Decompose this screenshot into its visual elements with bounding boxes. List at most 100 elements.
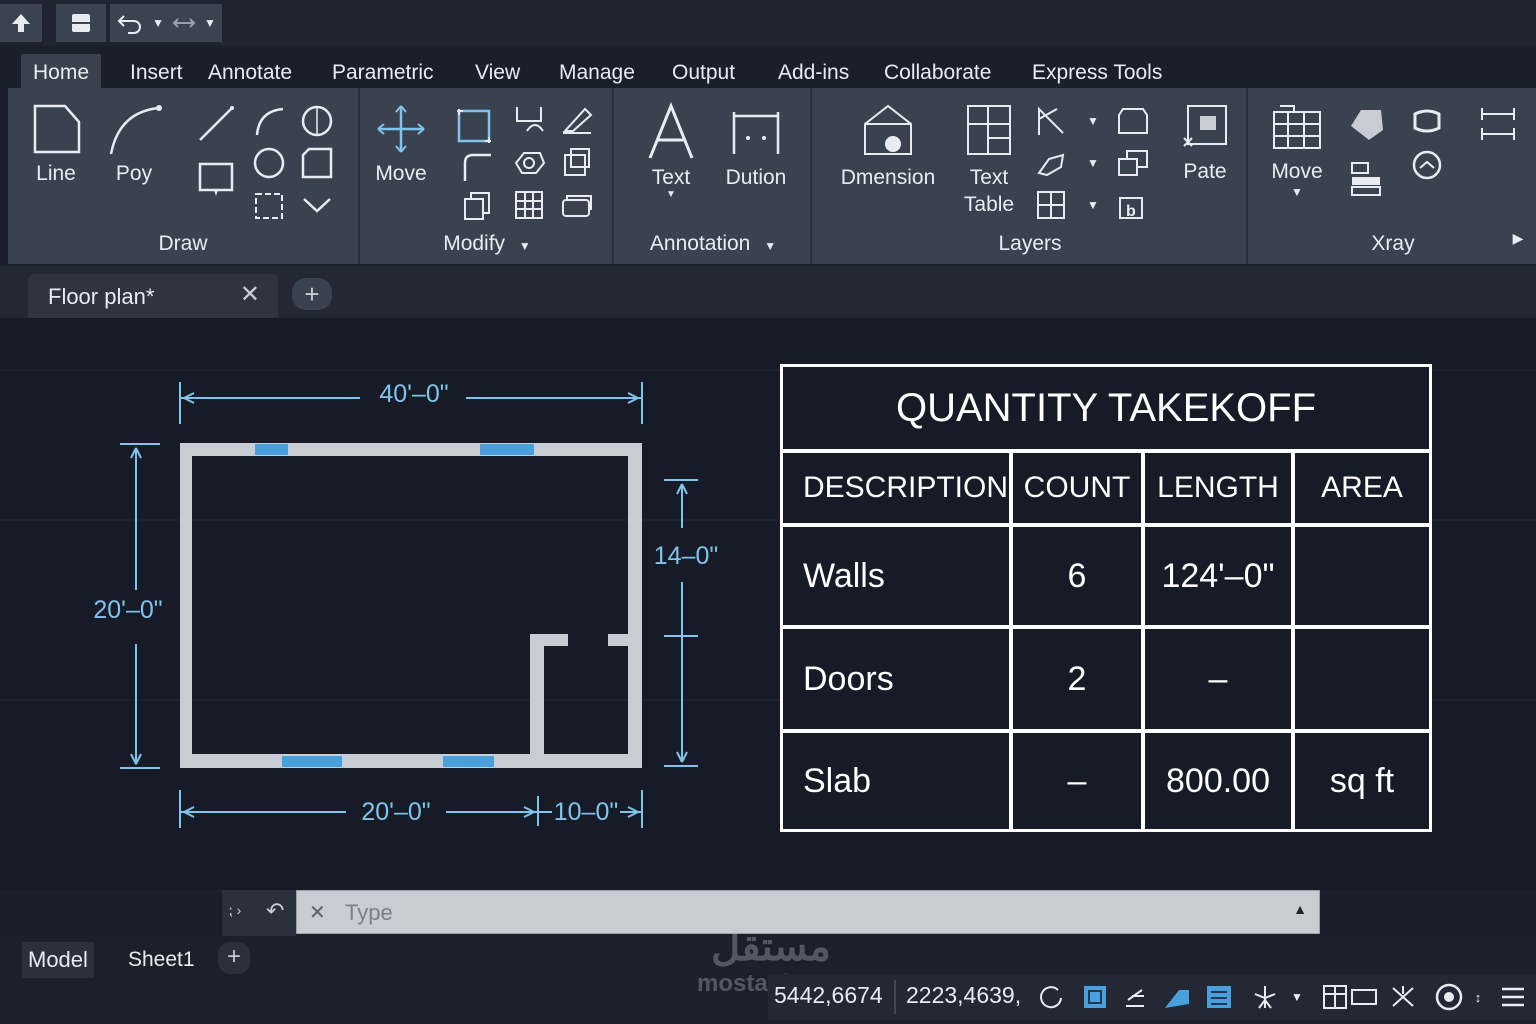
xray-move-tool[interactable]: Move ▼: [1262, 102, 1332, 199]
measure-icon[interactable]: [1410, 148, 1444, 182]
orbit-icon[interactable]: [1034, 980, 1068, 1014]
chevron-down-icon[interactable]: ▼: [1076, 146, 1110, 180]
polyline-label: Poy: [115, 162, 153, 185]
ellipse-icon[interactable]: [252, 146, 286, 180]
paste-tool[interactable]: Pate: [1174, 102, 1236, 185]
window-bottom-1: [282, 756, 342, 767]
chevron-up-icon[interactable]: ▲: [1293, 901, 1307, 917]
tab-insert[interactable]: Insert: [130, 54, 183, 90]
annotation-panel-title[interactable]: Annotation ▼: [616, 230, 810, 258]
move-label: Move: [375, 162, 427, 185]
cell-walls-length: 124'–0": [1143, 525, 1293, 627]
customize-icon[interactable]: ⁏ ›: [228, 902, 241, 919]
layer-freeze-icon[interactable]: [1034, 104, 1068, 138]
tab-output[interactable]: Output: [672, 54, 735, 90]
tools-icon[interactable]: [1386, 980, 1420, 1014]
layer-match-icon[interactable]: [1116, 146, 1150, 180]
layout-grid-icon[interactable]: [1320, 980, 1380, 1014]
chevron-down-icon[interactable]: ▼: [1076, 188, 1110, 222]
xray-move-label: Move: [1271, 160, 1323, 183]
tab-sheet1[interactable]: Sheet1: [128, 942, 195, 978]
shape-icon[interactable]: [1346, 104, 1386, 144]
chevron-down-icon[interactable]: ▼: [152, 16, 164, 30]
diagonal-line-icon[interactable]: [196, 104, 236, 144]
offset-icon[interactable]: [560, 188, 594, 222]
tab-home[interactable]: Home: [21, 54, 102, 90]
array-icon[interactable]: [512, 188, 546, 222]
polar-icon[interactable]: [1202, 980, 1236, 1014]
save-icon[interactable]: [56, 4, 106, 42]
cell-slab-length: 800.00: [1143, 731, 1293, 829]
dimension-tool[interactable]: Dution: [716, 102, 796, 191]
circle-icon[interactable]: [300, 104, 334, 138]
trim-icon[interactable]: [512, 102, 546, 136]
add-layout-button[interactable]: +: [218, 942, 250, 974]
text-table-tool[interactable]: Text Table: [954, 102, 1024, 218]
layer-off-icon[interactable]: [1034, 146, 1068, 180]
chevron-down-icon[interactable]: ▼: [1076, 104, 1110, 138]
region-icon[interactable]: [252, 188, 286, 222]
grid-icon[interactable]: [1078, 980, 1112, 1014]
close-icon[interactable]: ✕: [240, 280, 260, 309]
cell-walls-count: 6: [1011, 525, 1143, 627]
erase-icon[interactable]: [560, 102, 594, 136]
tab-view[interactable]: View: [475, 54, 520, 90]
plus-icon: +: [304, 279, 320, 309]
copy-icon[interactable]: [512, 146, 546, 180]
status-bar: 5442,6674 2223,4639, ▼ ↕: [768, 974, 1536, 1020]
polyline-tool[interactable]: Poy: [102, 102, 166, 187]
dimension-style-icon[interactable]: [1478, 104, 1518, 144]
tab-manage[interactable]: Manage: [559, 54, 635, 90]
line-tool[interactable]: Line: [24, 102, 88, 187]
text-tool[interactable]: Text ▼: [636, 102, 706, 200]
layers-panel-title[interactable]: Layers: [814, 230, 1246, 258]
mirror-icon[interactable]: [560, 146, 594, 180]
tab-collaborate[interactable]: Collaborate: [884, 54, 991, 90]
ortho-icon[interactable]: [1160, 980, 1194, 1014]
chevron-down-icon[interactable]: ▼: [204, 16, 216, 30]
tab-parametric[interactable]: Parametric: [332, 54, 434, 90]
arc-icon[interactable]: [252, 104, 286, 138]
layer-states-icon[interactable]: [1034, 188, 1068, 222]
annotation-panel: Text ▼ Dution Annotation ▼: [616, 88, 812, 264]
draw-panel-title[interactable]: Draw: [8, 230, 358, 258]
header-count: COUNT: [1011, 451, 1143, 525]
polyline-icon: [109, 105, 162, 155]
annotation-scale-icon[interactable]: ↕: [1468, 980, 1488, 1014]
stretch-icon[interactable]: [460, 188, 494, 222]
tab-annotate[interactable]: Annotate: [208, 54, 292, 90]
undo-icon[interactable]: [116, 12, 146, 34]
app-menu-icon[interactable]: [0, 4, 42, 42]
command-line-controls: ⁏ › ↶: [222, 890, 296, 936]
layer-properties-tool[interactable]: Dmension: [828, 102, 948, 191]
coordinate-x[interactable]: 5442,6674: [774, 982, 883, 1009]
tab-express-tools[interactable]: Express Tools: [1032, 54, 1162, 90]
hatch-icon[interactable]: [300, 146, 334, 180]
more-draw-icon[interactable]: [300, 188, 334, 222]
tab-add-ins[interactable]: Add-ins: [778, 54, 849, 90]
rotate-icon[interactable]: [454, 106, 494, 146]
dimension-icon: [732, 112, 780, 154]
view-cube-icon[interactable]: [1410, 104, 1444, 138]
new-document-button[interactable]: +: [292, 278, 332, 310]
move-tool[interactable]: Move: [368, 102, 434, 187]
layer-walk-icon[interactable]: b: [1116, 188, 1150, 222]
recent-commands-icon[interactable]: ↶: [266, 898, 284, 924]
chevron-down-icon[interactable]: ▼: [1280, 980, 1314, 1014]
modify-panel-title[interactable]: Modify ▼: [362, 230, 612, 258]
dim-left-label: 20'–0": [93, 596, 162, 624]
groups-icon[interactable]: [1346, 158, 1386, 198]
menu-icon[interactable]: [1496, 980, 1530, 1014]
tab-model[interactable]: Model: [22, 942, 94, 978]
layer-isolate-icon[interactable]: [1116, 104, 1150, 138]
fillet-icon[interactable]: [460, 150, 494, 184]
workspace-icon[interactable]: [1432, 980, 1466, 1014]
osnap-icon[interactable]: [1248, 980, 1282, 1014]
quantity-takeoff-table[interactable]: QUANTITY TAKEKOFF DESCRIPTION COUNT LENG…: [780, 364, 1432, 832]
xray-panel-title[interactable]: Xray: [1250, 230, 1536, 258]
document-tab-floor-plan[interactable]: Floor plan* ✕: [28, 274, 278, 318]
coordinate-y[interactable]: 2223,4639,: [906, 982, 1021, 1009]
redo-icon[interactable]: [170, 12, 198, 34]
rectangle-icon[interactable]: [196, 160, 236, 200]
snap-icon[interactable]: [1118, 980, 1152, 1014]
